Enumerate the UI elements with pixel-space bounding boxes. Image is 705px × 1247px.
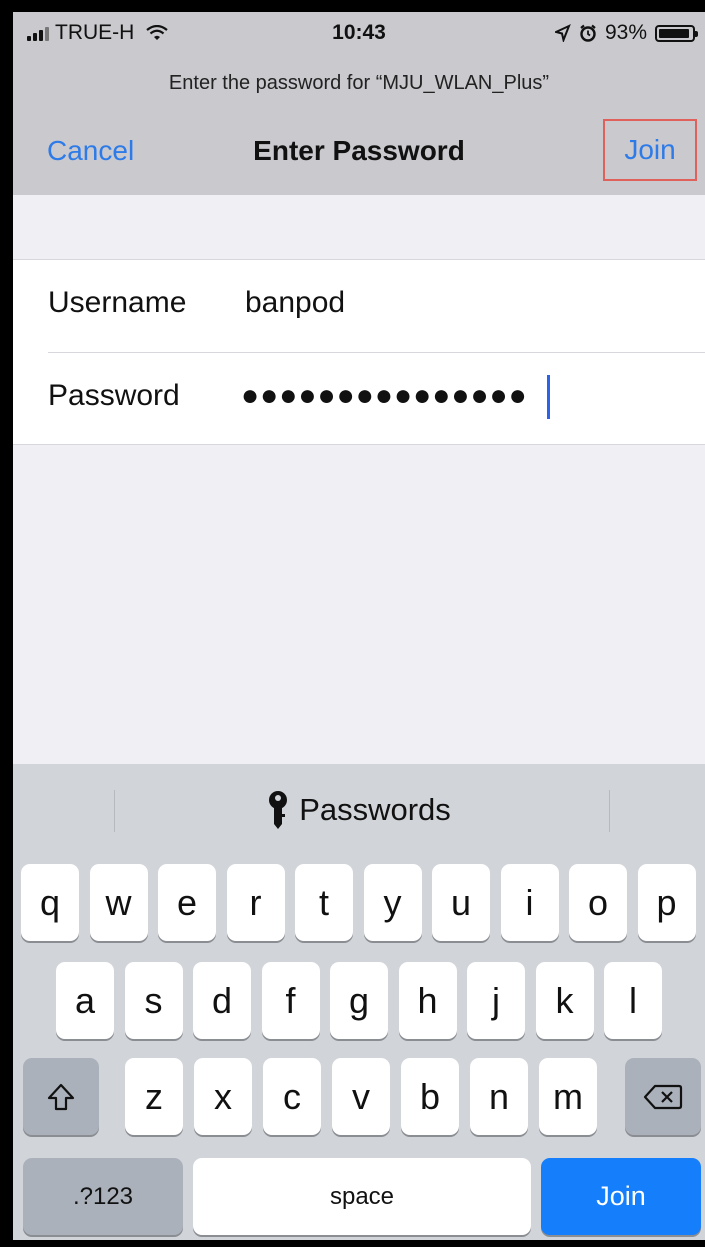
key-n[interactable]: n <box>470 1058 528 1135</box>
key-u[interactable]: u <box>432 864 490 941</box>
key-s[interactable]: s <box>124 962 183 1039</box>
key-b[interactable]: b <box>401 1058 459 1135</box>
key-p[interactable]: p <box>637 864 696 941</box>
key-label: x <box>214 1075 232 1117</box>
passwords-label: Passwords <box>299 792 451 827</box>
key-x[interactable]: x <box>194 1058 252 1135</box>
key-label: k <box>555 979 574 1021</box>
key-label: v <box>352 1075 370 1117</box>
key-label: j <box>492 979 500 1021</box>
key-label: y <box>383 881 402 923</box>
shift-icon <box>47 1083 75 1110</box>
key-label: e <box>176 881 198 923</box>
key-h[interactable]: h <box>398 962 457 1039</box>
status-bar: TRUE-H 10:43 93% <box>13 12 705 56</box>
key-label: i <box>525 881 534 923</box>
key-label: n <box>488 1075 510 1117</box>
username-label: Username <box>48 286 187 319</box>
key-a[interactable]: a <box>56 962 114 1039</box>
key-label: b <box>419 1075 441 1117</box>
credentials-form: Username banpod Password ●●●●●●●●●●●●●●● <box>13 259 705 445</box>
key-label: g <box>348 979 370 1021</box>
page-title: Enter Password <box>253 135 465 166</box>
backspace-icon <box>643 1084 683 1109</box>
key-w[interactable]: w <box>89 864 148 941</box>
key-l[interactable]: l <box>604 962 662 1039</box>
key-label: q <box>39 881 61 923</box>
password-label: Password <box>48 379 180 412</box>
key-label: w <box>105 881 132 923</box>
key-label: u <box>450 881 472 923</box>
key-label: l <box>629 979 637 1021</box>
key-v[interactable]: v <box>332 1058 390 1135</box>
key-j[interactable]: j <box>467 962 525 1039</box>
passwords-suggestion[interactable]: Passwords <box>13 790 705 830</box>
key-c[interactable]: c <box>263 1058 321 1135</box>
key-k[interactable]: k <box>535 962 594 1039</box>
battery-fill <box>659 28 689 38</box>
key-d[interactable]: d <box>193 962 251 1039</box>
alarm-clock-icon <box>580 24 596 42</box>
space-key[interactable]: space <box>193 1158 531 1235</box>
key-t[interactable]: t <box>295 864 353 941</box>
numbers-key[interactable]: .?123 <box>23 1158 183 1235</box>
status-right: 93% <box>554 21 698 45</box>
key-icon <box>269 791 288 829</box>
shift-key[interactable] <box>23 1058 99 1135</box>
key-r[interactable]: r <box>226 864 285 941</box>
username-row[interactable]: Username banpod <box>13 260 705 353</box>
join-button-label: Join <box>624 134 676 165</box>
key-label: p <box>656 881 677 923</box>
text-cursor <box>547 375 550 419</box>
wifi-password-screen: TRUE-H 10:43 93% Enter the password for … <box>13 12 705 1240</box>
key-e[interactable]: e <box>158 864 216 941</box>
key-label: z <box>145 1075 163 1117</box>
location-arrow-icon <box>554 24 571 42</box>
username-field[interactable]: banpod <box>245 286 345 320</box>
join-button[interactable]: Join <box>603 119 697 181</box>
key-label: r <box>249 881 262 923</box>
password-row[interactable]: Password ●●●●●●●●●●●●●●● <box>13 353 705 445</box>
numbers-key-label: .?123 <box>72 1182 134 1210</box>
suggestion-divider <box>609 790 610 832</box>
key-g[interactable]: g <box>330 962 388 1039</box>
backspace-key[interactable] <box>625 1058 701 1135</box>
key-label: m <box>553 1075 583 1117</box>
key-y[interactable]: y <box>363 864 422 941</box>
password-field[interactable]: ●●●●●●●●●●●●●●● <box>241 379 528 413</box>
key-q[interactable]: q <box>21 864 79 941</box>
suggestion-bar: Passwords <box>13 764 705 856</box>
key-label: d <box>211 979 233 1021</box>
key-label: f <box>285 979 296 1021</box>
key-label: h <box>417 979 438 1021</box>
key-f[interactable]: f <box>261 962 320 1039</box>
key-z[interactable]: z <box>125 1058 183 1135</box>
battery-icon <box>655 24 698 42</box>
nav-bar: Cancel Enter Password Join <box>13 117 705 187</box>
space-key-label: space <box>329 1182 395 1210</box>
key-label: s <box>144 979 163 1021</box>
key-i[interactable]: i <box>500 864 559 941</box>
key-label: c <box>283 1075 301 1117</box>
header: TRUE-H 10:43 93% Enter the password for … <box>13 12 705 195</box>
keyboard: Passwords q w e r t y u i o p a s d f g h j k l z x c v b n m .?1… <box>13 764 705 1240</box>
key-label: o <box>587 881 609 923</box>
key-label: a <box>74 979 96 1021</box>
keyboard-join-label: Join <box>596 1181 646 1211</box>
battery-percent: 93% <box>604 21 647 44</box>
key-label: t <box>318 881 329 923</box>
key-m[interactable]: m <box>539 1058 597 1135</box>
network-prompt: Enter the password for “MJU_WLAN_Plus” <box>168 72 550 94</box>
keyboard-join-key[interactable]: Join <box>541 1158 701 1235</box>
key-o[interactable]: o <box>569 864 627 941</box>
